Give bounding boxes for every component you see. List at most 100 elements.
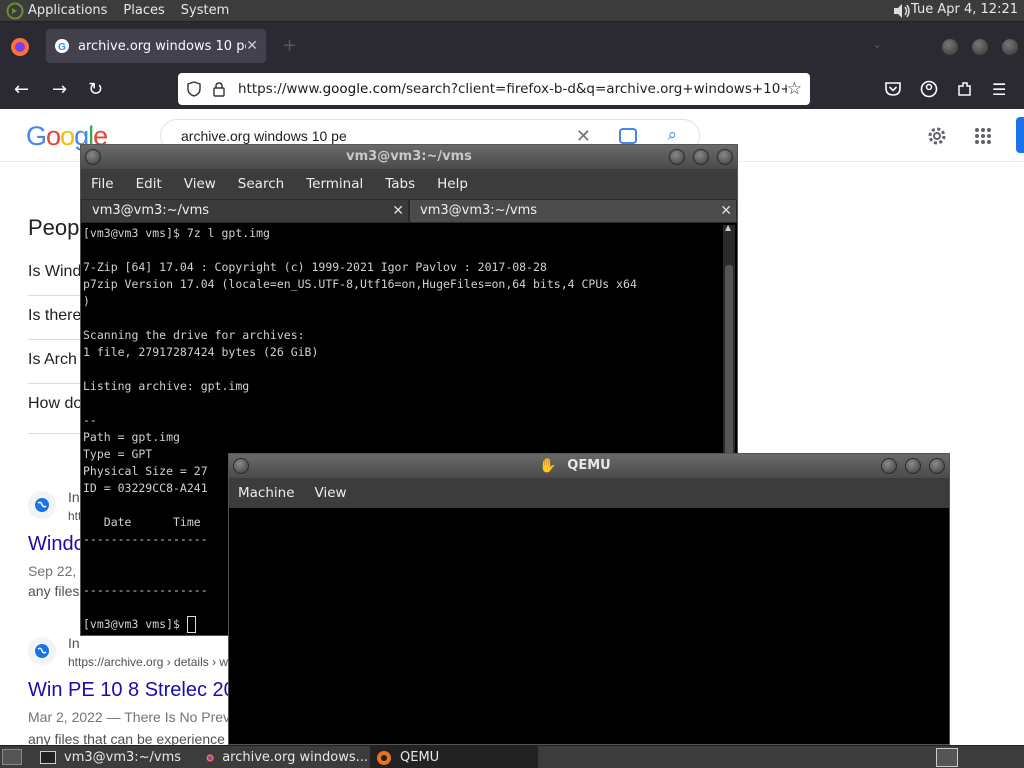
window-menu-button[interactable] bbox=[233, 458, 249, 474]
search-query-text: archive.org windows 10 pe bbox=[181, 128, 347, 144]
result-source: In bbox=[68, 635, 80, 651]
workspace-switcher-icon[interactable] bbox=[936, 748, 958, 767]
maximize-button[interactable] bbox=[693, 149, 709, 165]
result-cite[interactable]: https://archive.org › details › w bbox=[68, 655, 228, 669]
cursor bbox=[186, 616, 196, 633]
new-tab-icon[interactable]: + bbox=[282, 35, 297, 56]
tab-bar: G archive.org windows 10 pe - ✕ + ⌄ bbox=[0, 23, 1024, 69]
taskbar-item-firefox[interactable]: archive.org windows... bbox=[200, 746, 368, 768]
firefox-icon[interactable] bbox=[10, 37, 30, 57]
tab-title: archive.org windows 10 pe - bbox=[78, 38, 247, 54]
reload-icon[interactable]: ↻ bbox=[88, 79, 103, 100]
terminal-titlebar[interactable]: vm3@vm3:~/vms bbox=[81, 145, 737, 169]
hand-cursor-icon: ✋ bbox=[539, 458, 557, 474]
menu-view[interactable]: View bbox=[315, 485, 347, 501]
nav-toolbar: ← → ↻ https://www.google.com/search?clie… bbox=[0, 69, 1024, 109]
terminal-line: -- bbox=[83, 413, 97, 427]
firefox-icon bbox=[206, 753, 214, 762]
result-favicon[interactable] bbox=[28, 491, 56, 519]
search-icon[interactable]: ⌕ bbox=[667, 125, 677, 145]
settings-gear-icon[interactable] bbox=[926, 125, 948, 147]
window-title: vm3@vm3:~/vms bbox=[346, 149, 472, 164]
menu-machine[interactable]: Machine bbox=[238, 485, 295, 501]
close-window-button[interactable] bbox=[1002, 39, 1018, 55]
svg-text:G: G bbox=[58, 42, 66, 53]
taskbar-item-terminal[interactable]: vm3@vm3:~/vms bbox=[34, 746, 200, 768]
terminal-line: 1 file, 27917287424 bytes (26 GiB) bbox=[83, 345, 319, 359]
qemu-display[interactable] bbox=[229, 508, 949, 744]
menu-edit[interactable]: Edit bbox=[136, 176, 162, 192]
menu-help[interactable]: Help bbox=[437, 176, 468, 192]
terminal-tab-bar: vm3@vm3:~/vms ✕ vm3@vm3:~/vms ✕ bbox=[81, 199, 737, 223]
minimize-button[interactable] bbox=[881, 458, 897, 474]
taskbar-item-qemu[interactable]: QEMU bbox=[370, 746, 538, 768]
window-menu-button[interactable] bbox=[85, 149, 101, 165]
distro-logo-icon[interactable] bbox=[6, 2, 24, 20]
extensions-icon[interactable] bbox=[956, 80, 974, 98]
maximize-button[interactable] bbox=[972, 39, 988, 55]
lock-icon[interactable] bbox=[212, 81, 226, 97]
menu-icon[interactable]: ☰ bbox=[992, 80, 1006, 99]
result-snippet: any files that can be experience bbox=[28, 731, 225, 745]
terminal-line: Listing archive: gpt.img bbox=[83, 379, 250, 393]
bookmark-star-icon[interactable]: ☆ bbox=[787, 79, 802, 99]
terminal-line: ) bbox=[83, 294, 90, 308]
tab-list-icon[interactable]: ⌄ bbox=[872, 37, 882, 51]
window-title: QEMU bbox=[567, 458, 611, 473]
applications-menu[interactable]: Applications bbox=[28, 3, 107, 18]
result-snippet: any files bbox=[28, 583, 80, 599]
result-favicon[interactable] bbox=[28, 637, 56, 665]
paa-question[interactable]: How do bbox=[28, 395, 82, 413]
url-text: https://www.google.com/search?client=fir… bbox=[238, 81, 787, 97]
back-icon[interactable]: ← bbox=[14, 79, 29, 100]
top-panel: Applications Places System Tue Apr 4, 12… bbox=[0, 0, 1024, 22]
qemu-titlebar[interactable]: ✋ QEMU bbox=[229, 454, 949, 478]
browser-tab[interactable]: G archive.org windows 10 pe - ✕ bbox=[46, 29, 266, 63]
menu-view[interactable]: View bbox=[184, 176, 216, 192]
clock[interactable]: Tue Apr 4, 12:21 bbox=[911, 2, 1018, 17]
globe-icon bbox=[35, 644, 49, 658]
account-icon[interactable] bbox=[920, 80, 938, 98]
url-bar[interactable]: https://www.google.com/search?client=fir… bbox=[178, 73, 810, 105]
tab-label: vm3@vm3:~/vms bbox=[92, 203, 210, 218]
lens-icon[interactable] bbox=[619, 128, 637, 144]
paa-question[interactable]: Is there bbox=[28, 307, 81, 325]
tab-close-icon[interactable]: ✕ bbox=[392, 200, 404, 222]
qemu-menubar: Machine View bbox=[229, 478, 949, 508]
scroll-up-icon[interactable]: ▲ bbox=[725, 223, 731, 232]
terminal-tab[interactable]: vm3@vm3:~/vms ✕ bbox=[409, 199, 737, 223]
google-apps-icon[interactable] bbox=[974, 127, 992, 145]
pocket-icon[interactable] bbox=[884, 80, 902, 98]
forward-icon[interactable]: → bbox=[52, 79, 67, 100]
sign-in-button[interactable] bbox=[1016, 117, 1024, 153]
volume-icon[interactable] bbox=[892, 3, 912, 19]
paa-question[interactable]: Is Arch bbox=[28, 351, 77, 369]
bottom-panel: vm3@vm3:~/vms archive.org windows... QEM… bbox=[0, 745, 1024, 768]
menu-terminal[interactable]: Terminal bbox=[306, 176, 363, 192]
minimize-button[interactable] bbox=[669, 149, 685, 165]
menu-search[interactable]: Search bbox=[238, 176, 284, 192]
minimize-button[interactable] bbox=[942, 39, 958, 55]
menu-file[interactable]: File bbox=[91, 176, 114, 192]
result-date: Sep 22, bbox=[28, 563, 77, 579]
maximize-button[interactable] bbox=[905, 458, 921, 474]
places-menu[interactable]: Places bbox=[123, 3, 164, 18]
system-menu[interactable]: System bbox=[181, 3, 229, 18]
tab-close-icon[interactable]: ✕ bbox=[246, 38, 258, 54]
shield-icon[interactable] bbox=[186, 81, 202, 97]
tab-label: vm3@vm3:~/vms bbox=[420, 203, 538, 218]
show-desktop-icon[interactable] bbox=[2, 749, 22, 765]
tab-close-icon[interactable]: ✕ bbox=[720, 200, 732, 222]
terminal-tab[interactable]: vm3@vm3:~/vms ✕ bbox=[81, 199, 409, 223]
close-window-button[interactable] bbox=[717, 149, 733, 165]
taskbar-label: vm3@vm3:~/vms bbox=[64, 750, 182, 765]
close-window-button[interactable] bbox=[929, 458, 945, 474]
result-title-link[interactable]: Windo bbox=[28, 533, 85, 556]
result-title-link[interactable]: Win PE 10 8 Strelec 20 bbox=[28, 679, 235, 702]
menu-tabs[interactable]: Tabs bbox=[385, 176, 415, 192]
result-source: In bbox=[68, 489, 80, 505]
